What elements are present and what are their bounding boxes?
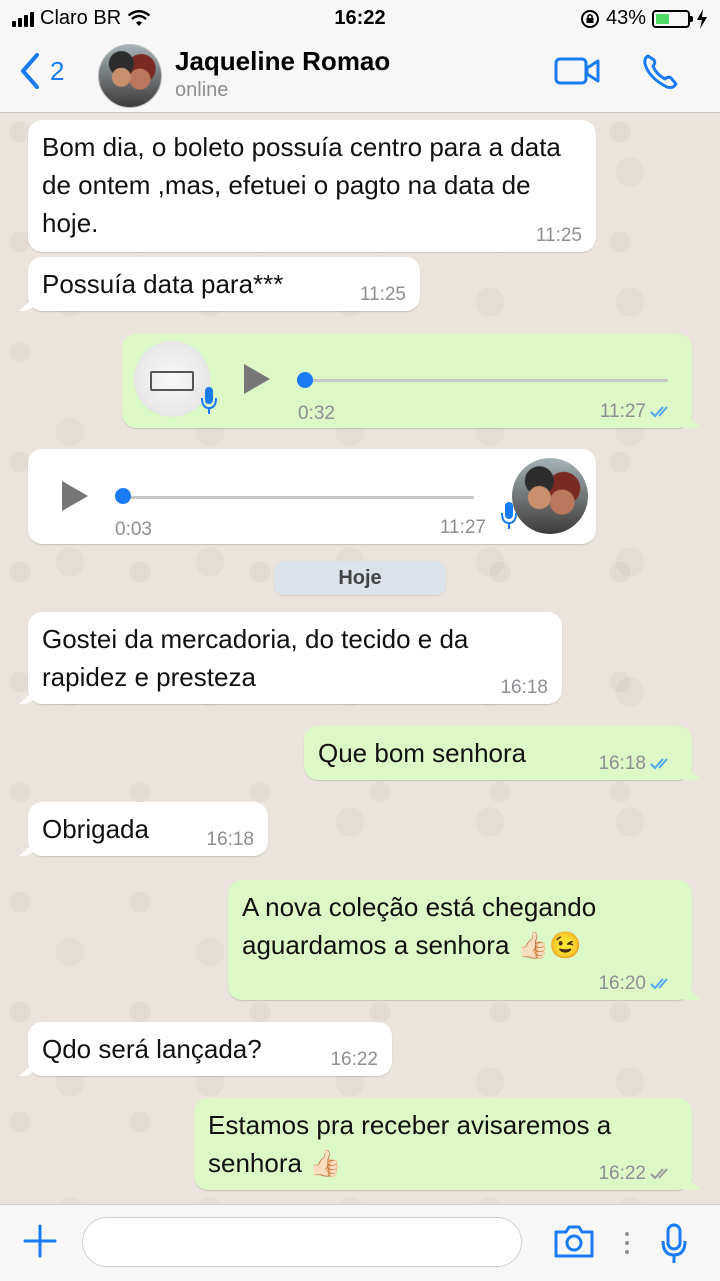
message-text: Qdo será lançada? [42,1034,262,1064]
avatar[interactable] [98,44,162,108]
message-time: 11:25 [359,284,406,305]
chat-header: 2 Jaqueline Romao online [0,38,720,113]
audio-duration: 0:32 [298,403,335,424]
message-time: 16:18 [206,829,254,850]
charging-icon [697,8,707,29]
mic-icon [501,502,517,529]
message-time: 16:22 [598,1163,646,1184]
message-bubble[interactable]: Obrigada 16:18 [28,802,268,856]
contact-name[interactable]: Jaqueline Romao [175,46,390,77]
message-text: Gostei da mercadoria, do tecido e da rap… [42,624,469,692]
message-bubble[interactable]: Qdo será lançada? 16:22 [28,1022,392,1076]
battery-icon [652,9,693,28]
message-time: 11:25 [535,225,582,246]
message-text: Bom dia, o boleto possuía centro para a … [42,132,561,238]
audio-sender-avatar [512,458,588,534]
message-text: Estamos pra receber avisaremos a senhora [208,1110,612,1178]
emoji: 👍🏻😉 [516,930,582,960]
message-time: 16:18 [500,677,548,698]
message-time: 16:18 [598,753,646,774]
audio-track[interactable] [298,379,668,382]
audio-scrubber[interactable] [115,488,131,504]
unread-count: 2 [50,55,65,86]
message-time: 11:27 [599,401,646,422]
emoji: 👍🏻 [309,1148,342,1178]
mic-icon [201,387,217,414]
back-button[interactable]: 2 [18,52,64,90]
message-text: Possuía data para*** [42,269,284,299]
voice-message[interactable]: 0:32 11:27 [122,334,692,428]
voice-message[interactable]: 0:03 11:27 [28,449,596,544]
status-bar: Claro BR 16:22 43% [0,0,720,38]
delivered-ticks-icon [650,1168,668,1180]
message-bubble[interactable]: A nova coleção está chegando aguardamos … [228,880,692,1000]
message-bubble[interactable]: Gostei da mercadoria, do tecido e da rap… [28,612,562,704]
read-ticks-icon [650,406,668,418]
read-ticks-icon [650,978,668,990]
message-time: 16:20 [598,973,646,994]
video-call-icon[interactable] [554,56,600,86]
back-chevron-icon [21,53,39,89]
message-time: 16:22 [330,1049,378,1070]
message-bubble[interactable]: Que bom senhora 16:18 [304,726,692,780]
orientation-lock-icon [580,9,599,28]
audio-duration: 0:03 [115,519,152,540]
mic-icon[interactable] [660,1223,688,1265]
camera-icon[interactable] [553,1223,595,1259]
composer-bar [0,1204,720,1281]
plus-icon[interactable] [22,1223,58,1259]
audio-track[interactable] [122,496,474,499]
message-input[interactable] [82,1217,522,1267]
message-bubble[interactable]: Bom dia, o boleto possuía centro para a … [28,120,596,252]
message-bubble[interactable]: Estamos pra receber avisaremos a senhora… [194,1098,692,1190]
day-divider: Hoje [274,561,446,595]
play-icon[interactable] [244,364,270,394]
play-icon[interactable] [62,481,88,511]
more-dots-icon[interactable] [624,1231,630,1255]
contact-status: online [175,79,229,101]
battery-percent: 43% [605,7,646,29]
message-bubble[interactable]: Possuía data para*** 11:25 [28,257,420,311]
audio-sender-avatar [134,341,210,417]
phone-icon[interactable] [640,52,680,92]
message-time: 11:27 [439,517,486,538]
read-ticks-icon [650,758,668,770]
audio-scrubber[interactable] [297,372,313,388]
